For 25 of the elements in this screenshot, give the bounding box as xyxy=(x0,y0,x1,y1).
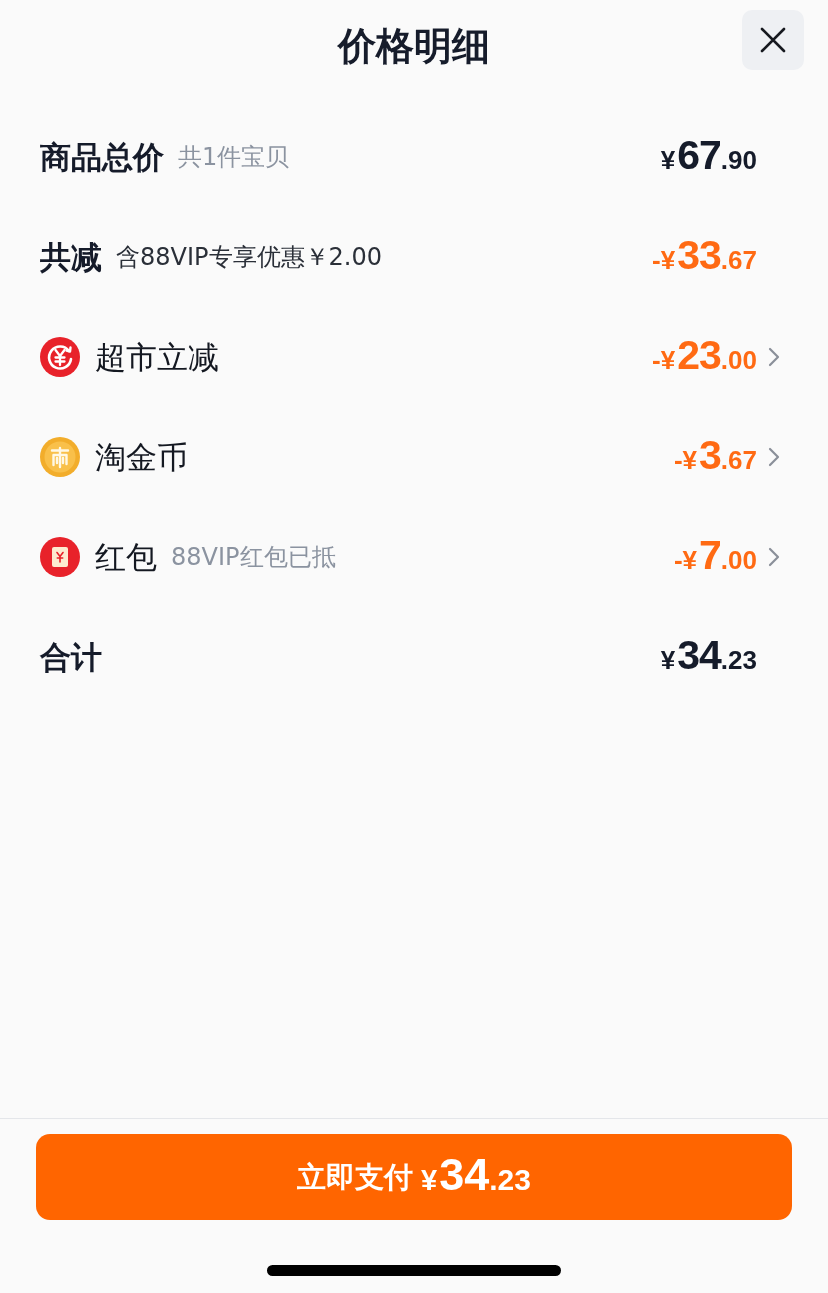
price-amount: -¥33.67 xyxy=(652,230,757,280)
sheet-title: 价格明细 xyxy=(338,23,490,70)
row-label: 淘金币 xyxy=(95,438,188,477)
row-note: 88VIP红包已抵 xyxy=(171,542,336,573)
price-amount: ¥67.90 xyxy=(660,130,757,180)
row-note: 含88VIP专享优惠￥2.00 xyxy=(116,242,382,273)
pay-now-button[interactable]: 立即支付 ¥34.23 xyxy=(36,1134,792,1220)
row-note: 共1件宝贝 xyxy=(178,142,290,173)
row-label: 商品总价 xyxy=(40,138,164,177)
row-label: 合计 xyxy=(40,638,102,677)
coin-icon xyxy=(40,437,80,477)
price-amount: -¥7.00 xyxy=(673,530,757,580)
close-icon xyxy=(760,27,786,53)
yen-refresh-icon xyxy=(40,337,80,377)
row-label: 共减 xyxy=(40,238,102,277)
price-amount: -¥3.67 xyxy=(673,430,757,480)
close-button[interactable] xyxy=(742,10,804,70)
row-label: 超市立减 xyxy=(95,338,219,377)
envelope-icon xyxy=(40,537,80,577)
chevron-right-icon[interactable] xyxy=(768,547,780,567)
price-amount: ¥34.23 xyxy=(660,630,757,680)
row-label: 红包 xyxy=(95,538,157,577)
chevron-right-icon[interactable] xyxy=(768,447,780,467)
chevron-right-icon[interactable] xyxy=(768,347,780,367)
price-amount: -¥23.00 xyxy=(652,330,757,380)
